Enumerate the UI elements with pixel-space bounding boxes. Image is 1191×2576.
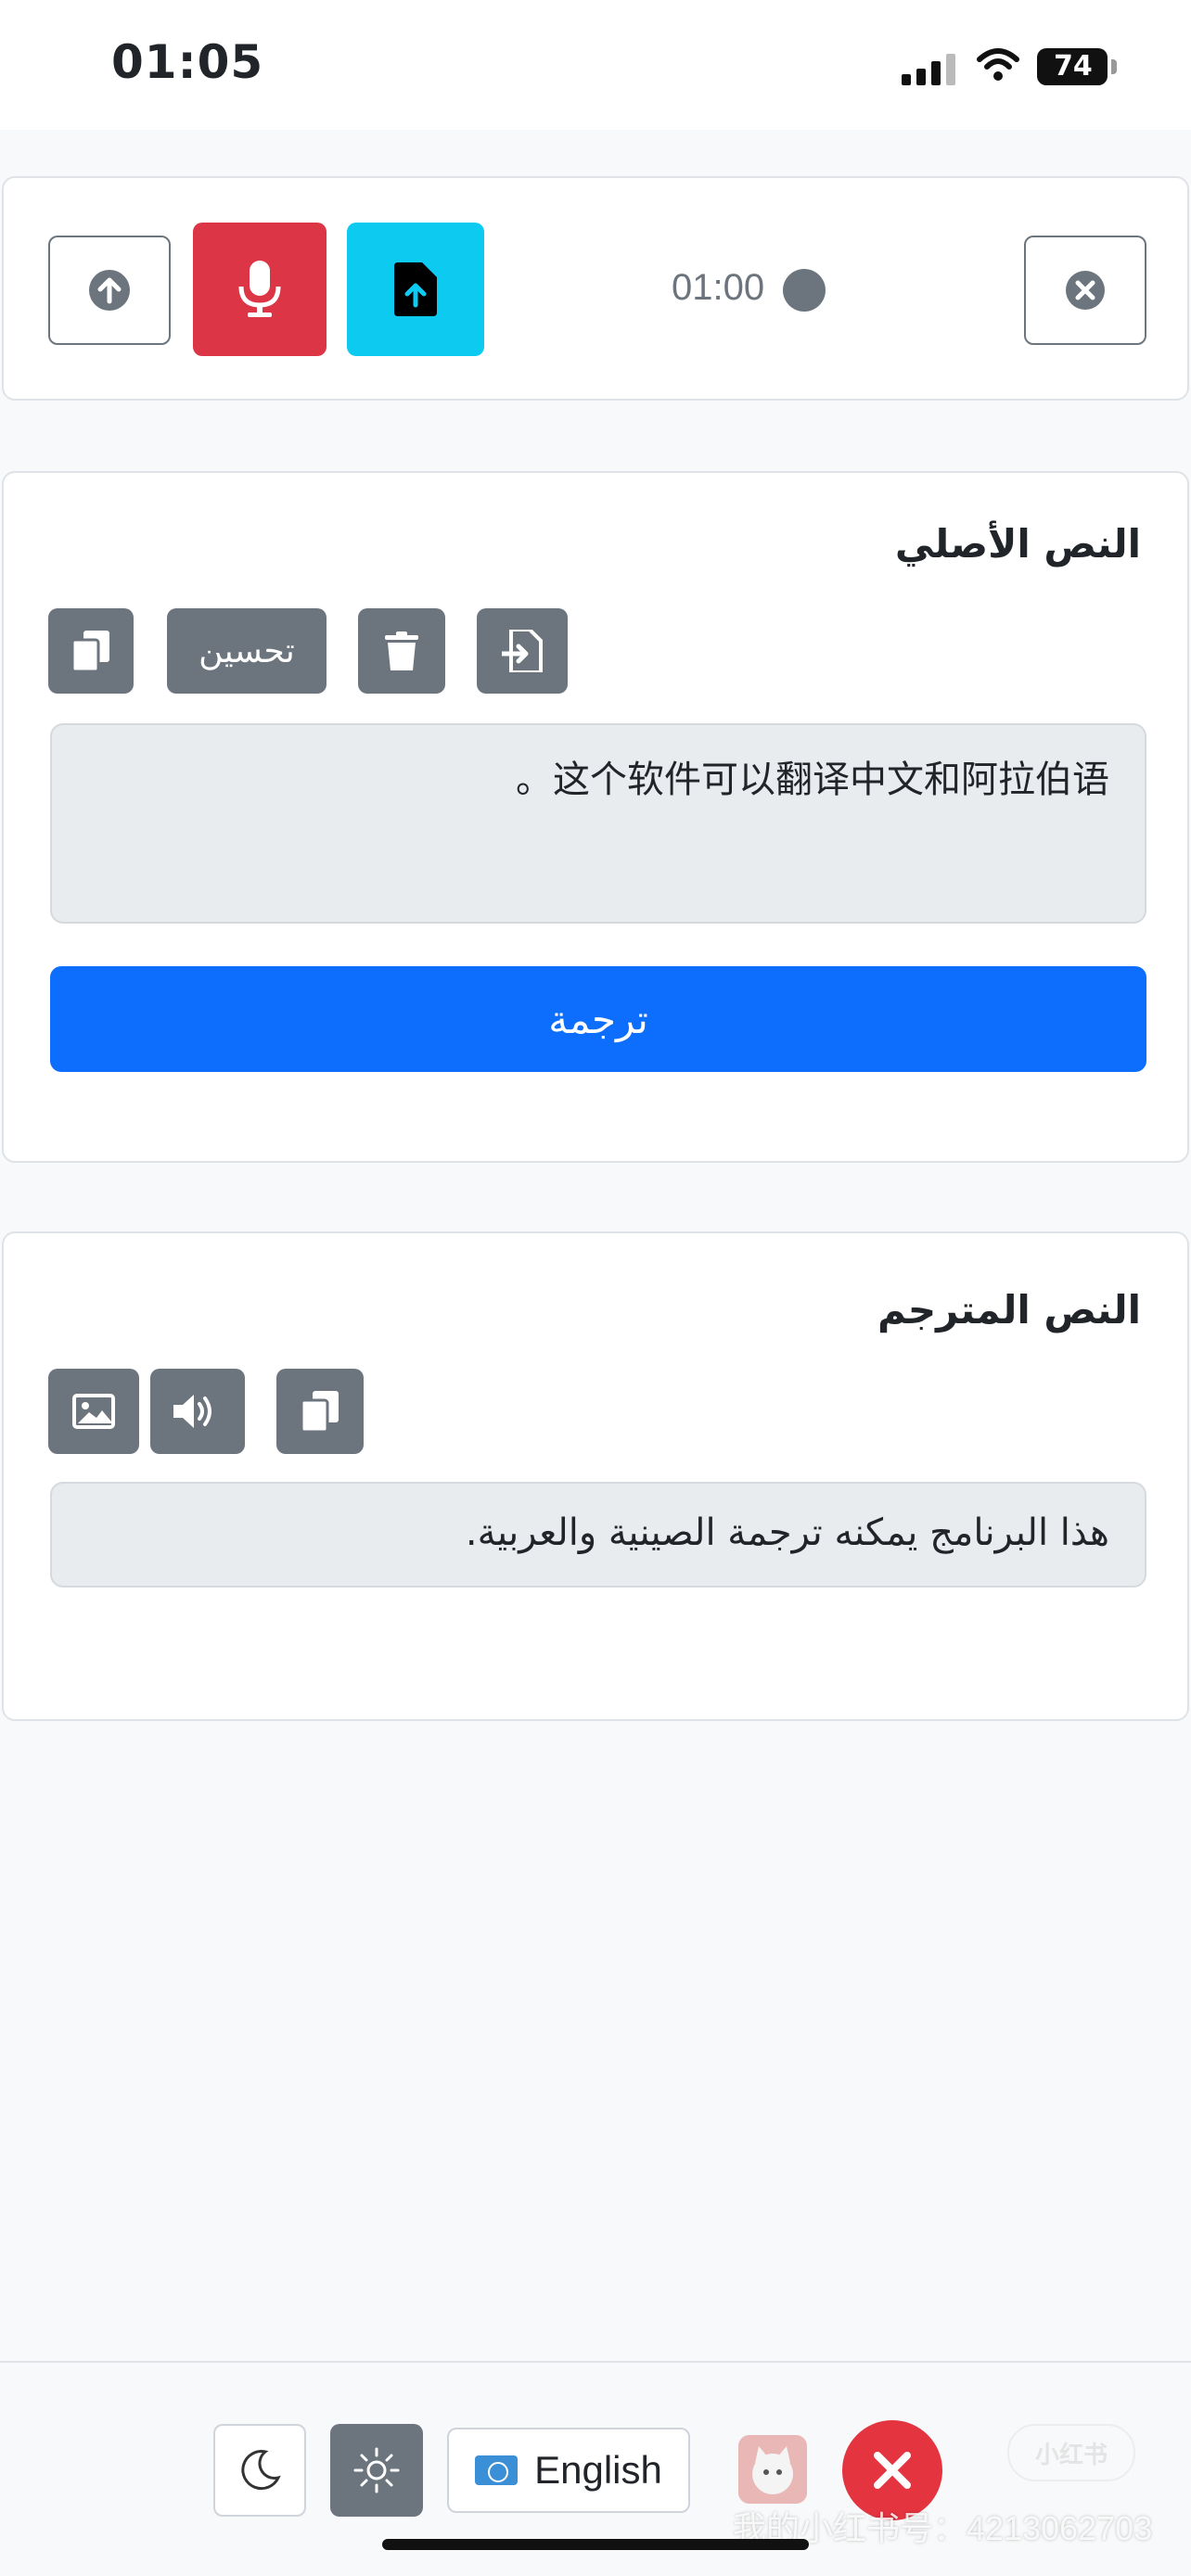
home-indicator bbox=[382, 2539, 809, 2550]
file-import-icon bbox=[502, 630, 543, 672]
un-flag-icon bbox=[475, 2455, 519, 2485]
original-text-title: النص الأصلي bbox=[894, 521, 1141, 567]
recording-status-dot bbox=[783, 269, 826, 312]
status-time: 01:05 bbox=[111, 35, 264, 89]
speak-button[interactable] bbox=[150, 1369, 245, 1454]
image-export-button[interactable] bbox=[48, 1369, 139, 1454]
cat-avatar-icon bbox=[738, 2435, 807, 2504]
improve-button[interactable]: تحسين bbox=[167, 608, 327, 694]
arrow-up-circle-icon bbox=[89, 270, 130, 311]
file-upload-button[interactable] bbox=[347, 223, 484, 356]
microphone-icon bbox=[238, 261, 281, 317]
copy-icon bbox=[301, 1391, 339, 1432]
trash-icon bbox=[385, 631, 418, 670]
sun-icon bbox=[353, 2447, 400, 2493]
delete-button[interactable] bbox=[358, 608, 445, 694]
translated-text-title: النص المترجم bbox=[877, 1287, 1141, 1333]
wifi-icon bbox=[977, 48, 1019, 81]
watermark-logo: 小红书 bbox=[1007, 2424, 1135, 2481]
moon-icon bbox=[241, 2450, 281, 2491]
original-text-card: النص الأصلي تحسين 这个软件可以翻译中文和阿拉伯语。 ترجمة bbox=[2, 471, 1189, 1163]
clear-button[interactable] bbox=[1024, 236, 1146, 345]
image-icon bbox=[72, 1394, 115, 1429]
battery-indicator: 74 bbox=[1037, 48, 1117, 85]
close-icon bbox=[874, 2452, 911, 2489]
original-text-area[interactable]: 这个软件可以翻译中文和阿拉伯语。 bbox=[50, 723, 1146, 924]
recording-timer: 01:00 bbox=[672, 267, 765, 308]
translate-button[interactable]: ترجمة bbox=[50, 966, 1146, 1072]
dark-mode-button[interactable] bbox=[213, 2424, 306, 2517]
upload-button[interactable] bbox=[48, 236, 171, 345]
improve-label: تحسين bbox=[198, 631, 295, 670]
import-file-button[interactable] bbox=[477, 608, 568, 694]
translated-text-area[interactable]: هذا البرنامج يمكنه ترجمة الصينية والعربي… bbox=[50, 1482, 1146, 1588]
language-label: English bbox=[534, 2448, 662, 2492]
language-selector-button[interactable]: English bbox=[447, 2428, 690, 2513]
close-circle-icon bbox=[1066, 271, 1105, 310]
avatar[interactable] bbox=[738, 2435, 807, 2504]
recorder-card: 01:00 bbox=[2, 176, 1189, 401]
copy-original-button[interactable] bbox=[48, 608, 134, 694]
volume-up-icon bbox=[173, 1395, 211, 1428]
status-bar: 01:05 74 bbox=[0, 0, 1191, 130]
light-mode-button[interactable] bbox=[330, 2424, 423, 2517]
copy-translation-button[interactable] bbox=[276, 1369, 364, 1454]
translated-text-card: النص المترجم هذا البرنامج يمكنه ترجمة ال… bbox=[2, 1231, 1189, 1721]
file-upload-icon bbox=[394, 262, 437, 316]
record-button[interactable] bbox=[193, 223, 327, 356]
cellular-signal-icon bbox=[902, 54, 961, 85]
copy-icon bbox=[72, 631, 109, 671]
